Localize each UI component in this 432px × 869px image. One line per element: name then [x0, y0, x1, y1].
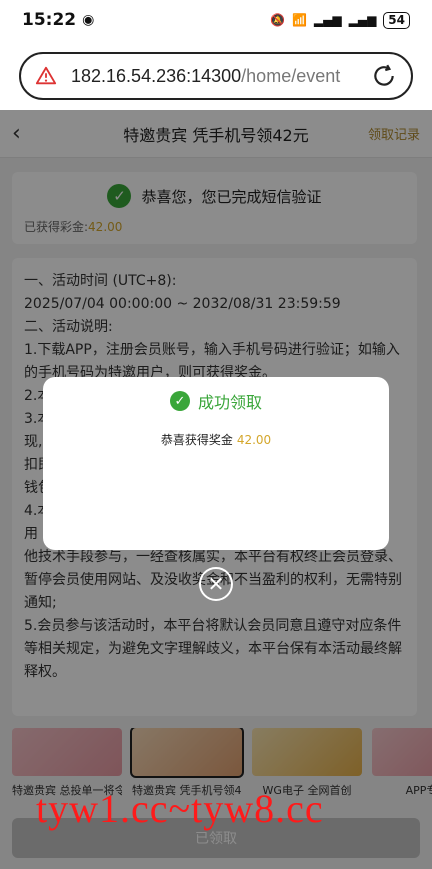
bonus-label: 恭喜获得奖金 [160, 433, 233, 447]
wifi-icon: 📶 [291, 13, 307, 27]
signal-icon-2: ▂▄▆ [348, 13, 377, 27]
status-time: 15:22 [22, 10, 77, 30]
watermark-text: tyw1.cc~tyw8.cc [36, 786, 324, 831]
signal-icon: ▂▄▆ [313, 13, 342, 27]
modal-title: 成功领取 [197, 393, 262, 412]
address-bar[interactable]: 182.16.54.236:14300/home/event [19, 52, 413, 100]
url-path: /home/event [241, 65, 341, 86]
bonus-amount: 42.00 [236, 433, 272, 447]
url-text[interactable]: 182.16.54.236:14300/home/event [71, 66, 340, 87]
modal-bonus: 恭喜获得奖金 42.00 [43, 431, 389, 448]
warning-icon[interactable] [35, 65, 57, 87]
reload-icon[interactable] [371, 63, 397, 89]
success-check-icon: ✓ [169, 391, 190, 411]
status-icons: 🔕 📶 ▂▄▆ ▂▄▆ 54 [270, 11, 410, 29]
url-host: 182.16.54.236:14300 [71, 65, 242, 86]
mute-icon: 🔕 [270, 13, 285, 27]
success-modal: ✓ 成功领取 恭喜获得奖金 42.00 [43, 377, 389, 550]
eye-icon: ◉ [82, 12, 95, 28]
battery-icon: 54 [383, 11, 410, 29]
close-icon[interactable]: ✕ [199, 567, 233, 601]
browser-toolbar: 182.16.54.236:14300/home/event [0, 40, 432, 110]
status-bar: 15:22 ◉ 🔕 📶 ▂▄▆ ▂▄▆ 54 [0, 0, 432, 40]
